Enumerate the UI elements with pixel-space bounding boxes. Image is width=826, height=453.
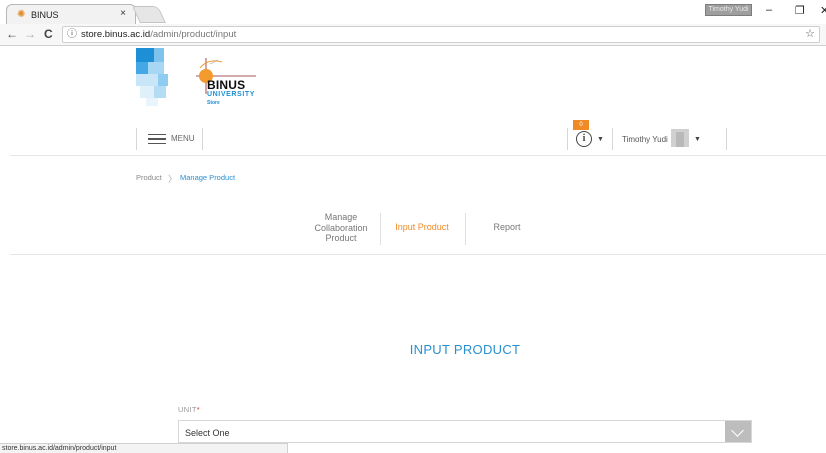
tabs-divider [10, 254, 826, 255]
close-window-button[interactable]: ✕ [820, 4, 826, 17]
url-text: store.binus.ac.id/admin/product/input [81, 27, 236, 42]
notification-caret-icon[interactable]: ▼ [597, 136, 604, 143]
user-menu-caret-icon[interactable]: ▼ [694, 136, 701, 143]
breadcrumb-separator-icon: 〉 [168, 174, 178, 184]
url-input[interactable]: ⓘ store.binus.ac.id/admin/product/input … [62, 26, 820, 43]
nav-divider [567, 128, 568, 150]
unit-select-value: Select One [185, 428, 230, 438]
logo-sub: UNIVERSITY [207, 91, 256, 98]
breadcrumb-product[interactable]: Product [136, 173, 162, 182]
nav-divider [726, 128, 727, 150]
url-host: store.binus.ac.id [81, 29, 151, 40]
tab-divider [465, 213, 466, 245]
header-divider [10, 155, 826, 156]
unit-label-text: UNIT [178, 405, 197, 414]
browser-tab[interactable]: ✺ BINUS × [6, 4, 136, 24]
tab-label-line: Collaboration [314, 222, 368, 233]
tab-label-line: Product [325, 233, 357, 243]
tab-divider [380, 213, 381, 245]
nav-divider [202, 128, 203, 150]
user-name[interactable]: Timothy Yudi [622, 135, 668, 144]
breadcrumb-manage-product[interactable]: Manage Product [180, 173, 235, 182]
tab-report[interactable]: Report [482, 222, 532, 233]
browser-profile-badge[interactable]: Timothy Yudi [705, 4, 752, 16]
page-title: INPUT PRODUCT [409, 342, 521, 357]
logo-name: BINUS [207, 78, 246, 92]
tab-label-line: Manage [324, 212, 358, 222]
hamburger-icon [148, 134, 166, 144]
minimize-button[interactable]: – [766, 4, 772, 16]
unit-select[interactable]: Select One [178, 420, 752, 443]
menu-label: MENU [171, 134, 195, 143]
browser-titlebar: ✺ BINUS × Timothy Yudi – ❐ ✕ [0, 0, 826, 24]
site-info-icon[interactable]: ⓘ [67, 27, 77, 42]
notification-count-badge: 0 [573, 120, 589, 130]
nav-divider [612, 128, 613, 150]
tab-close-icon[interactable]: × [120, 8, 126, 19]
unit-label: UNIT* [178, 405, 200, 414]
tab-title: BINUS [31, 10, 59, 20]
reload-icon[interactable]: C [44, 27, 53, 41]
binus-favicon-icon: ✺ [17, 9, 26, 20]
logo-blocks-graphic [136, 48, 172, 106]
tab-input-product[interactable]: Input Product [386, 222, 458, 233]
tab-manage-collaboration-product[interactable]: Manage Collaboration Product [309, 212, 373, 244]
chevron-down-icon[interactable] [725, 421, 751, 442]
address-bar: ← → C ⓘ store.binus.ac.id/admin/product/… [0, 24, 826, 46]
restore-button[interactable]: ❐ [795, 4, 805, 17]
notification-info-icon[interactable]: i [576, 131, 592, 147]
bookmark-star-icon[interactable]: ☆ [805, 27, 815, 42]
logo-store: Store [207, 100, 220, 106]
url-path: /admin/product/input [150, 29, 237, 40]
forward-icon[interactable]: → [24, 27, 36, 41]
back-icon[interactable]: ← [6, 27, 18, 41]
status-url-bubble: store.binus.ac.id/admin/product/input [0, 443, 288, 453]
new-tab-button[interactable] [132, 6, 166, 23]
binus-store-logo[interactable]: BINUS UNIVERSITY Store [136, 48, 276, 108]
nav-divider [136, 128, 137, 150]
avatar[interactable] [671, 129, 689, 147]
required-mark: * [196, 405, 200, 414]
